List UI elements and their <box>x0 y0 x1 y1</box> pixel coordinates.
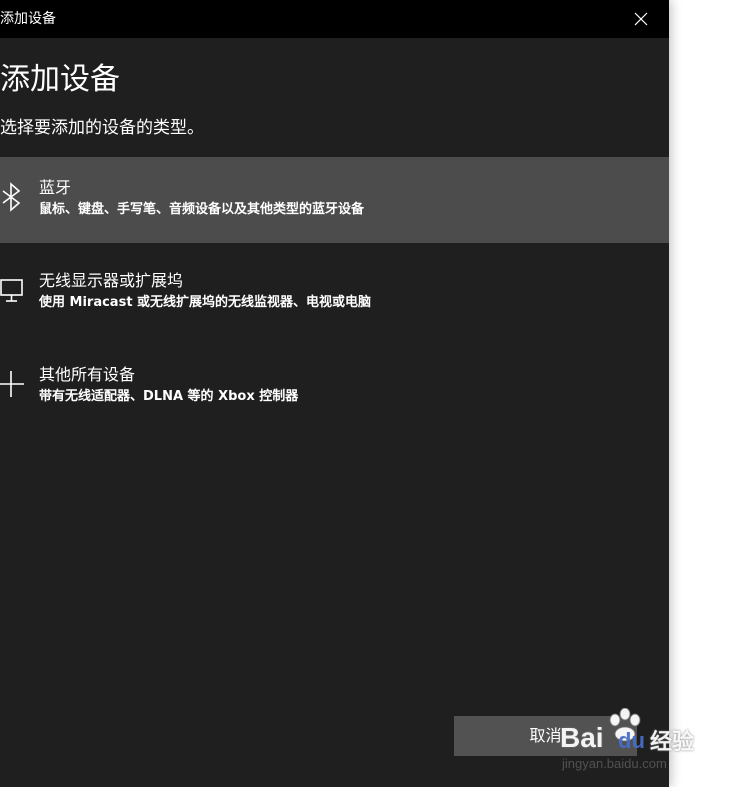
option-description: 使用 Miracast 或无线扩展坞的无线监视器、电视或电脑 <box>39 295 372 310</box>
option-description: 鼠标、键盘、手写笔、音频设备以及其他类型的蓝牙设备 <box>39 202 365 217</box>
option-title: 无线显示器或扩展坞 <box>39 271 184 290</box>
bluetooth-icon <box>2 182 21 212</box>
add-device-dialog: 添加设备 添加设备 选择要添加的设备的类型。 蓝牙 鼠标、键盘、手写笔、音频设备… <box>0 0 669 787</box>
option-title: 蓝牙 <box>39 178 72 197</box>
cancel-button[interactable]: 取消 <box>454 716 637 756</box>
plus-icon <box>0 371 24 397</box>
option-bluetooth[interactable]: 蓝牙 鼠标、键盘、手写笔、音频设备以及其他类型的蓝牙设备 <box>0 157 669 243</box>
title-bar: 添加设备 <box>0 0 669 38</box>
page-title: 添加设备 <box>0 62 120 97</box>
monitor-icon <box>0 279 23 302</box>
close-button[interactable] <box>622 0 660 38</box>
option-description: 带有无线适配器、DLNA 等的 Xbox 控制器 <box>39 389 299 404</box>
window-title: 添加设备 <box>0 11 56 27</box>
option-title: 其他所有设备 <box>39 365 136 384</box>
option-wireless-display[interactable]: 无线显示器或扩展坞 使用 Miracast 或无线扩展坞的无线监视器、电视或电脑 <box>0 250 669 336</box>
option-everything-else[interactable]: 其他所有设备 带有无线适配器、DLNA 等的 Xbox 控制器 <box>0 344 669 430</box>
close-icon <box>634 12 648 26</box>
page-subtitle: 选择要添加的设备的类型。 <box>0 118 204 138</box>
